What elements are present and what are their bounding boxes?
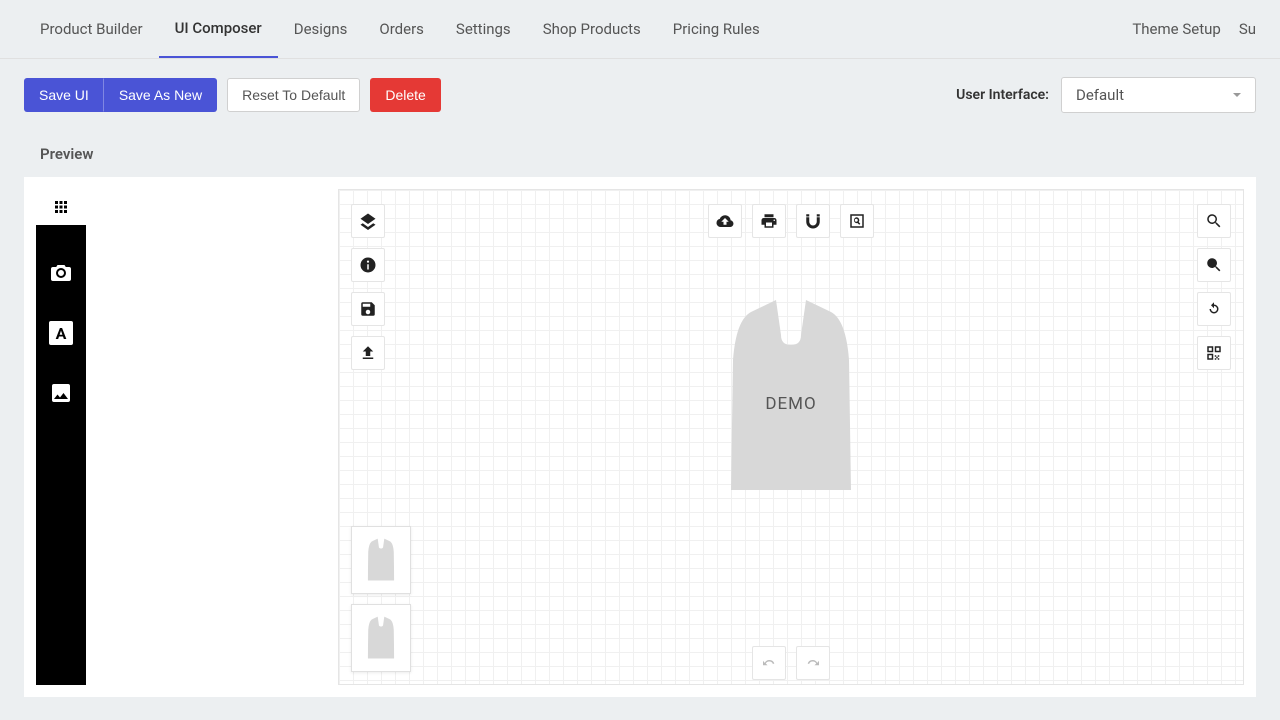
rail-text-button[interactable]: A — [49, 321, 73, 345]
rail-grid-button[interactable] — [36, 189, 86, 225]
nav-pricing-rules[interactable]: Pricing Rules — [657, 0, 776, 58]
chevron-down-icon — [1233, 93, 1241, 97]
magnet-button[interactable] — [796, 204, 830, 238]
layers-icon — [359, 212, 377, 230]
bottom-controls — [752, 646, 830, 680]
info-icon — [359, 256, 377, 274]
side-rail: A — [36, 189, 86, 685]
save-as-new-button[interactable]: Save As New — [104, 78, 217, 112]
cloud-download-button[interactable] — [708, 204, 742, 238]
toolbar: Save UI Save As New Reset To Default Del… — [0, 59, 1280, 131]
product-demo: DEMO — [731, 300, 851, 494]
search-icon — [1205, 212, 1223, 230]
preview-body: A — [24, 177, 1256, 697]
nav-ui-composer[interactable]: UI Composer — [159, 0, 278, 58]
layers-button[interactable] — [351, 204, 385, 238]
ui-selector: User Interface: Default — [956, 77, 1256, 113]
nav-orders[interactable]: Orders — [363, 0, 440, 58]
upload-icon — [359, 344, 377, 362]
upload-button[interactable] — [351, 336, 385, 370]
text-icon: A — [49, 321, 73, 345]
nav-shop-products[interactable]: Shop Products — [527, 0, 657, 58]
nav-theme-setup[interactable]: Theme Setup — [1132, 20, 1220, 38]
preview-container: Preview A — [24, 131, 1256, 697]
tool-col-left — [351, 204, 385, 370]
reset-button[interactable]: Reset To Default — [227, 78, 360, 112]
info-button[interactable] — [351, 248, 385, 282]
qr-icon — [1205, 344, 1223, 362]
nav-settings[interactable]: Settings — [440, 0, 527, 58]
tool-col-right — [1197, 204, 1231, 370]
nav-right: Theme Setup Su — [1132, 20, 1256, 38]
button-group-left: Save UI Save As New Reset To Default Del… — [24, 78, 441, 112]
ui-select[interactable]: Default — [1061, 77, 1256, 113]
preview-header: Preview — [24, 131, 1256, 177]
search-button[interactable] — [1197, 204, 1231, 238]
nav-cut[interactable]: Su — [1239, 20, 1256, 38]
demo-label: DEMO — [765, 394, 816, 414]
save-ui-button[interactable]: Save UI — [24, 78, 104, 112]
redo-icon — [804, 654, 822, 672]
print-icon — [760, 212, 778, 230]
search-box-button[interactable] — [840, 204, 874, 238]
ui-label: User Interface: — [956, 87, 1049, 103]
side-panel — [86, 189, 338, 685]
rail-image-button[interactable] — [49, 381, 73, 405]
ui-select-value: Default — [1076, 86, 1124, 104]
zoom-in-button[interactable] — [1197, 248, 1231, 282]
refresh-button[interactable] — [1197, 292, 1231, 326]
redo-button[interactable] — [796, 646, 830, 680]
tool-row-top — [708, 204, 874, 238]
save-canvas-button[interactable] — [351, 292, 385, 326]
thumbnail-1[interactable] — [351, 526, 411, 594]
thumbnails — [351, 526, 411, 672]
undo-button[interactable] — [752, 646, 786, 680]
refresh-icon — [1205, 300, 1223, 318]
canvas-area[interactable]: DEMO — [338, 189, 1244, 685]
nav-product-builder[interactable]: Product Builder — [24, 0, 159, 58]
rail-camera-button[interactable] — [49, 261, 73, 285]
nav-left: Product Builder UI Composer Designs Orde… — [24, 0, 776, 58]
grid-icon — [52, 198, 70, 216]
thumbnail-2[interactable] — [351, 604, 411, 672]
save-icon — [359, 300, 377, 318]
print-button[interactable] — [752, 204, 786, 238]
search-box-icon — [848, 212, 866, 230]
zoom-in-icon — [1205, 256, 1223, 274]
top-nav: Product Builder UI Composer Designs Orde… — [0, 0, 1280, 59]
undo-icon — [760, 654, 778, 672]
nav-designs[interactable]: Designs — [278, 0, 364, 58]
qr-button[interactable] — [1197, 336, 1231, 370]
camera-icon — [49, 261, 73, 285]
image-icon — [49, 381, 73, 405]
cloud-download-icon — [716, 212, 734, 230]
delete-button[interactable]: Delete — [370, 78, 440, 112]
magnet-icon — [804, 212, 822, 230]
